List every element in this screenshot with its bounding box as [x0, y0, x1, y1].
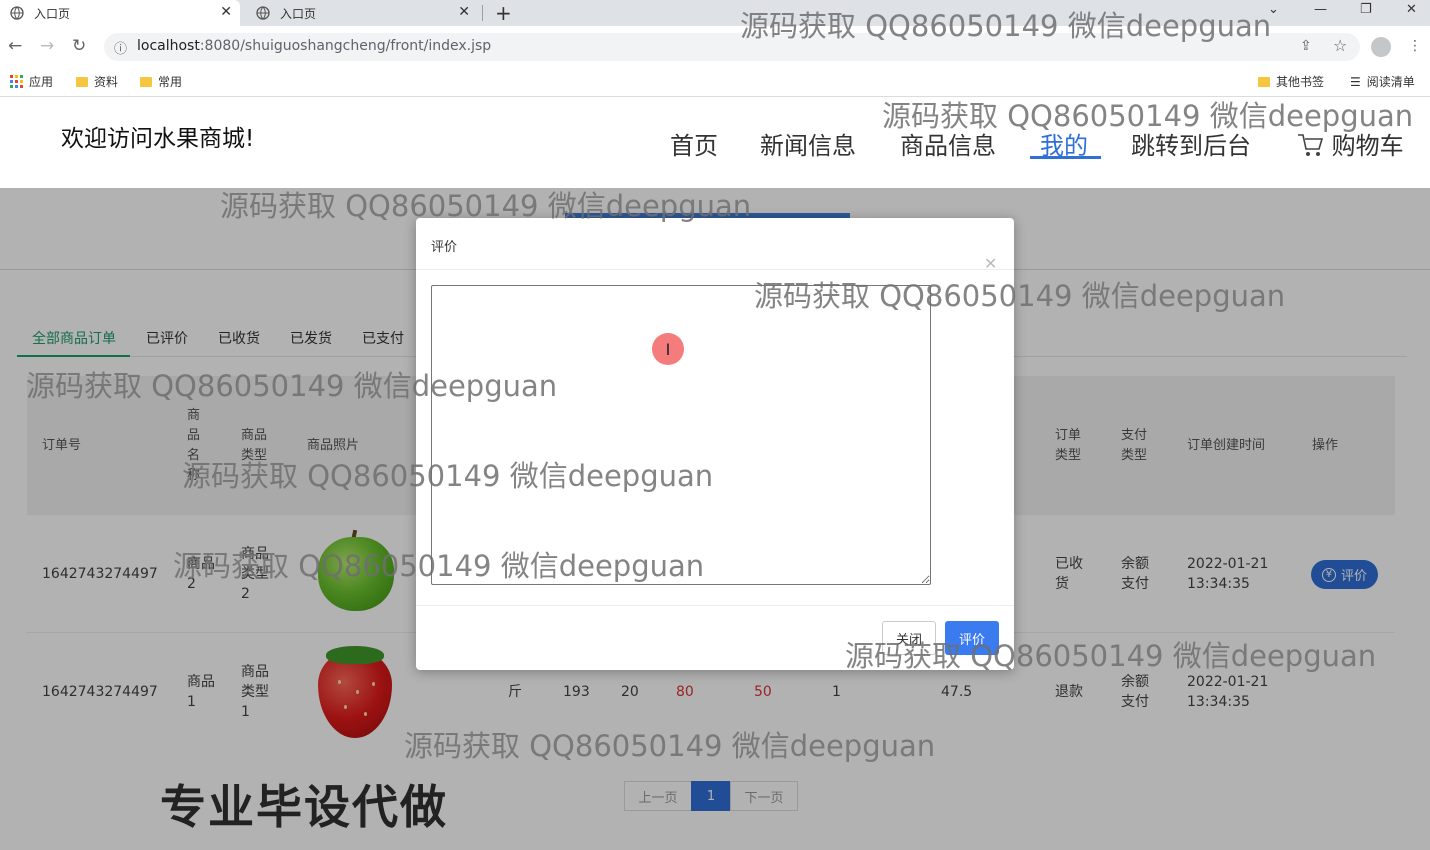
forward-icon[interactable]: → — [40, 36, 54, 56]
folder-icon — [1258, 76, 1270, 87]
bookmark-label: 常用 — [158, 75, 183, 89]
back-icon[interactable]: ← — [8, 36, 22, 56]
menu-dots-icon[interactable]: ⋮ — [1408, 38, 1422, 54]
tab-separator — [482, 5, 483, 21]
minimize-icon[interactable]: — — [1314, 2, 1327, 17]
bookmark-label: 应用 — [29, 75, 54, 89]
review-textarea[interactable] — [431, 285, 931, 585]
bookmark-folder[interactable]: 资料 — [76, 73, 118, 90]
dialog-submit-button[interactable]: 评价 — [945, 621, 999, 655]
nav-admin[interactable]: 跳转到后台 — [1131, 126, 1251, 161]
dialog-cancel-button[interactable]: 关闭 — [882, 621, 936, 655]
tab-title: 入口页 — [280, 6, 317, 21]
dialog-title: 评价 — [431, 240, 458, 255]
site-welcome-title: 欢迎访问水果商城! — [61, 126, 255, 152]
dialog-footer-divider — [416, 605, 1014, 606]
bookmark-apps[interactable]: 应用 — [10, 73, 53, 90]
cart-icon — [1298, 134, 1324, 156]
nav-active-underline — [1030, 156, 1101, 159]
nav-cart-label: 购物车 — [1331, 132, 1404, 160]
bookmarks-bar: 应用 资料 常用 其他书签 ☰ 阅读清单 — [0, 66, 1430, 97]
folder-icon — [76, 76, 88, 87]
apps-grid-icon — [10, 75, 23, 88]
mouse-cursor-indicator: I — [652, 333, 684, 365]
globe-icon — [10, 6, 24, 20]
dialog-close-icon[interactable]: ✕ — [984, 254, 997, 273]
browser-tab[interactable]: 入口页 ✕ — [246, 0, 478, 26]
close-tab-icon[interactable]: ✕ — [458, 4, 470, 20]
restore-icon[interactable]: ❐ — [1360, 2, 1372, 17]
nav-home[interactable]: 首页 — [670, 126, 718, 161]
nav-news[interactable]: 新闻信息 — [760, 126, 856, 161]
profile-avatar-icon[interactable] — [1371, 37, 1391, 57]
share-icon[interactable]: ⇪ — [1300, 38, 1312, 54]
bookmark-other[interactable]: 其他书签 — [1258, 73, 1324, 90]
nav-goods[interactable]: 商品信息 — [900, 126, 996, 161]
globe-icon — [256, 6, 270, 20]
browser-tab-active[interactable]: 入口页 ✕ — [0, 0, 240, 26]
tab-title: 入口页 — [34, 6, 71, 21]
promo-watermark: 专业毕设代做 — [160, 780, 448, 834]
reading-list-icon: ☰ — [1350, 74, 1361, 89]
new-tab-icon[interactable]: + — [495, 1, 512, 25]
folder-icon — [140, 76, 152, 87]
url-path: :8080/shuiguoshangcheng/front/index.jsp — [199, 38, 492, 54]
url-host: localhost — [137, 38, 200, 54]
dialog-header-divider — [416, 269, 1014, 270]
nav-cart[interactable]: 购物车 — [1296, 126, 1404, 161]
bookmark-label: 资料 — [94, 75, 119, 89]
bookmark-label: 阅读清单 — [1366, 75, 1415, 89]
reading-list[interactable]: ☰ 阅读清单 — [1350, 73, 1415, 90]
bookmark-label: 其他书签 — [1276, 75, 1325, 89]
bookmark-folder[interactable]: 常用 — [140, 73, 182, 90]
info-icon[interactable]: ⓘ — [114, 38, 127, 57]
browser-tab-strip: 入口页 ✕ 入口页 ✕ + ⌄ — ❐ ✕ — [0, 0, 1430, 26]
reload-icon[interactable]: ↻ — [72, 36, 86, 56]
tab-search-icon[interactable]: ⌄ — [1268, 2, 1279, 17]
bookmark-star-icon[interactable]: ☆ — [1333, 36, 1347, 55]
close-tab-icon[interactable]: ✕ — [220, 4, 232, 20]
window-close-icon[interactable]: ✕ — [1406, 2, 1417, 17]
url-text[interactable]: localhost:8080/shuiguoshangcheng/front/i… — [137, 38, 491, 54]
